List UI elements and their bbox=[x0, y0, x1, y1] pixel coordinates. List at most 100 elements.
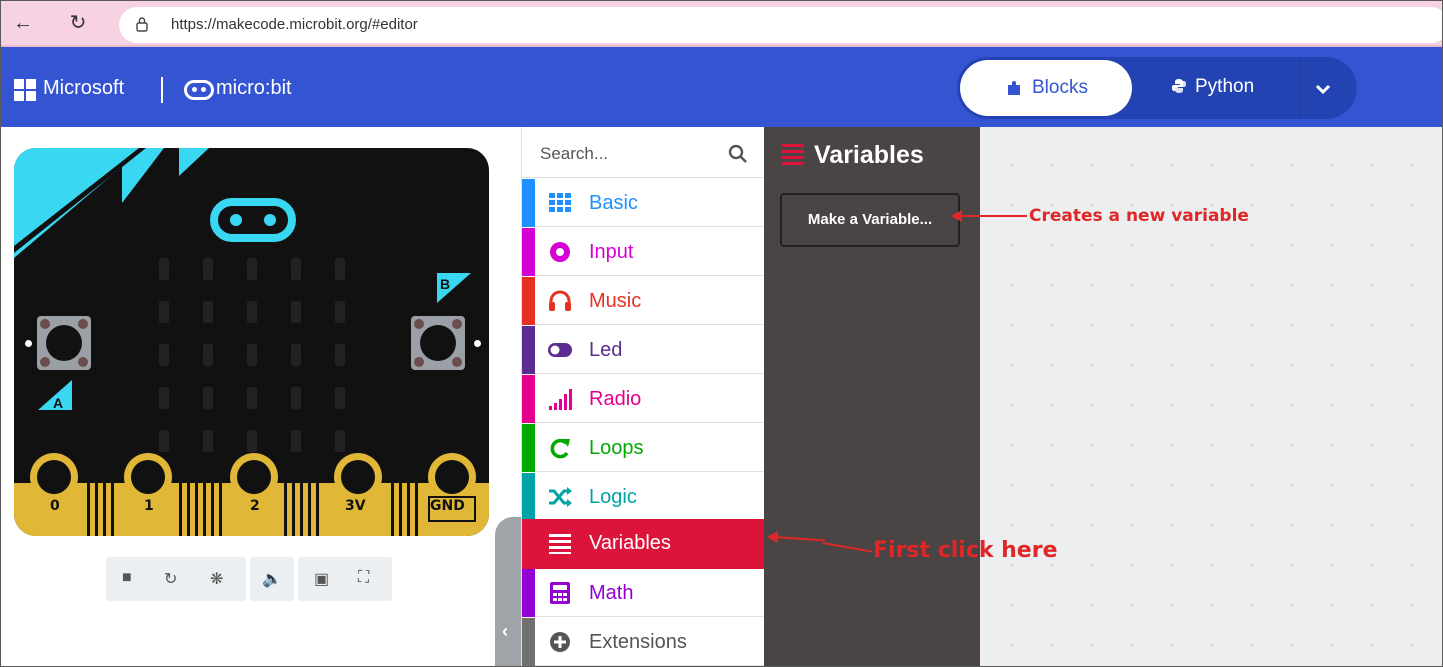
list-lines-icon bbox=[549, 534, 571, 554]
category-loops[interactable]: Loops bbox=[522, 424, 765, 472]
led bbox=[247, 344, 257, 366]
category-basic[interactable]: Basic bbox=[522, 179, 765, 227]
puzzle-icon bbox=[1008, 81, 1020, 95]
microbit-simulator[interactable]: A B 0 1 2 3V GND bbox=[14, 148, 489, 536]
signal-bars-icon bbox=[549, 389, 572, 410]
led bbox=[335, 301, 345, 323]
pin-0-pad[interactable] bbox=[30, 453, 78, 501]
headphones-icon bbox=[549, 290, 571, 311]
reload-icon[interactable]: ↻ bbox=[66, 11, 90, 35]
led bbox=[291, 301, 301, 323]
button-a[interactable] bbox=[37, 316, 91, 370]
button-b[interactable] bbox=[411, 316, 465, 370]
button-b-dot bbox=[474, 340, 481, 347]
blocks-label: Blocks bbox=[1032, 77, 1088, 98]
category-radio[interactable]: Radio bbox=[522, 375, 765, 423]
chevron-down-icon[interactable] bbox=[1313, 79, 1333, 99]
led bbox=[203, 258, 213, 280]
category-variables[interactable]: Variables bbox=[522, 519, 765, 569]
button-b-label: B bbox=[440, 276, 451, 292]
category-label: Led bbox=[589, 339, 623, 361]
led bbox=[291, 387, 301, 409]
restart-icon[interactable]: ↻ bbox=[164, 569, 177, 589]
fullscreen-icon[interactable]: ⛶ bbox=[358, 569, 369, 587]
header-divider bbox=[161, 77, 163, 103]
toggle-separator bbox=[1300, 59, 1301, 117]
url-field[interactable]: https://makecode.microbit.org/#editor bbox=[119, 7, 1442, 43]
brand-name: Microsoft bbox=[43, 77, 125, 99]
pin-2-pad[interactable] bbox=[230, 453, 278, 501]
python-label: Python bbox=[1195, 76, 1255, 97]
category-math[interactable]: Math bbox=[522, 569, 765, 617]
category-label: Radio bbox=[589, 388, 642, 410]
simulator-toolbar-left: ■ ↻ ❋ bbox=[106, 557, 246, 601]
screenshot-icon[interactable]: ▣ bbox=[314, 569, 329, 589]
category-led[interactable]: Led bbox=[522, 326, 765, 374]
microsoft-logo-icon bbox=[14, 79, 36, 101]
calculator-icon bbox=[550, 582, 570, 604]
led bbox=[335, 430, 345, 452]
led bbox=[247, 430, 257, 452]
pin-gnd-pad[interactable] bbox=[428, 453, 476, 501]
flyout-title: Variables bbox=[782, 141, 924, 170]
category-music[interactable]: Music bbox=[522, 277, 765, 325]
collapse-simulator-button[interactable]: ‹ bbox=[495, 517, 521, 666]
led bbox=[335, 258, 345, 280]
annotation-make-variable: Creates a new variable bbox=[1029, 206, 1249, 226]
led bbox=[159, 430, 169, 452]
mute-icon[interactable]: 🔈 bbox=[262, 569, 282, 589]
input-circle-icon bbox=[550, 242, 570, 262]
led bbox=[335, 344, 345, 366]
toolbox-search[interactable]: Search... bbox=[522, 127, 765, 178]
led bbox=[203, 344, 213, 366]
led bbox=[159, 301, 169, 323]
pin-label: GND bbox=[430, 498, 465, 514]
category-input[interactable]: Input bbox=[522, 228, 765, 276]
category-label: Basic bbox=[589, 192, 638, 214]
block-toolbox: Search... Basic Input Music Led Radio Lo… bbox=[521, 127, 765, 666]
pin-1-pad[interactable] bbox=[124, 453, 172, 501]
make-variable-button[interactable]: Make a Variable... bbox=[780, 193, 960, 247]
python-icon bbox=[1172, 79, 1186, 93]
led bbox=[159, 387, 169, 409]
led bbox=[247, 258, 257, 280]
product-name: micro:bit bbox=[216, 77, 292, 99]
pin-label: 3V bbox=[345, 498, 366, 514]
toggle-icon bbox=[548, 343, 572, 357]
button-a-label: A bbox=[53, 395, 64, 411]
pin-label: 2 bbox=[250, 498, 260, 514]
annotation-arrow bbox=[959, 215, 1027, 217]
button-a-dot bbox=[25, 340, 32, 347]
python-mode-button[interactable]: Python bbox=[1171, 76, 1254, 98]
pin-3v-pad[interactable] bbox=[334, 453, 382, 501]
pin-label: 1 bbox=[144, 498, 154, 514]
lock-icon bbox=[136, 17, 148, 32]
search-input[interactable]: Search... bbox=[540, 144, 608, 164]
variables-flyout: Variables Make a Variable... bbox=[764, 127, 980, 666]
led bbox=[291, 430, 301, 452]
browser-address-bar: ← ↻ https://makecode.microbit.org/#edito… bbox=[1, 1, 1442, 47]
blocks-mode-button[interactable]: Blocks bbox=[960, 60, 1132, 116]
simulator-toolbar-right: ▣ ⛶ bbox=[298, 557, 392, 601]
stop-icon[interactable]: ■ bbox=[122, 569, 132, 587]
board-corner-decoration bbox=[14, 148, 209, 258]
category-extensions[interactable]: Extensions bbox=[522, 618, 765, 666]
url-text: https://makecode.microbit.org/#editor bbox=[171, 16, 418, 33]
plus-circle-icon bbox=[550, 632, 570, 652]
category-label: Music bbox=[589, 290, 642, 312]
category-logic[interactable]: Logic bbox=[522, 473, 765, 521]
category-label: Extensions bbox=[589, 631, 687, 653]
search-icon[interactable] bbox=[728, 144, 748, 164]
category-label: Variables bbox=[589, 532, 671, 554]
debug-icon[interactable]: ❋ bbox=[210, 569, 223, 589]
microbit-logo-icon bbox=[184, 80, 214, 100]
chevron-left-icon: ‹ bbox=[502, 621, 508, 641]
loop-arrow-icon bbox=[550, 438, 570, 459]
flyout-title-text: Variables bbox=[814, 141, 924, 169]
led bbox=[203, 430, 213, 452]
led bbox=[159, 344, 169, 366]
category-label: Input bbox=[589, 241, 634, 263]
category-label: Logic bbox=[589, 486, 637, 508]
screenshot-frame: ← ↻ https://makecode.microbit.org/#edito… bbox=[0, 0, 1443, 667]
back-icon[interactable]: ← bbox=[11, 11, 35, 35]
